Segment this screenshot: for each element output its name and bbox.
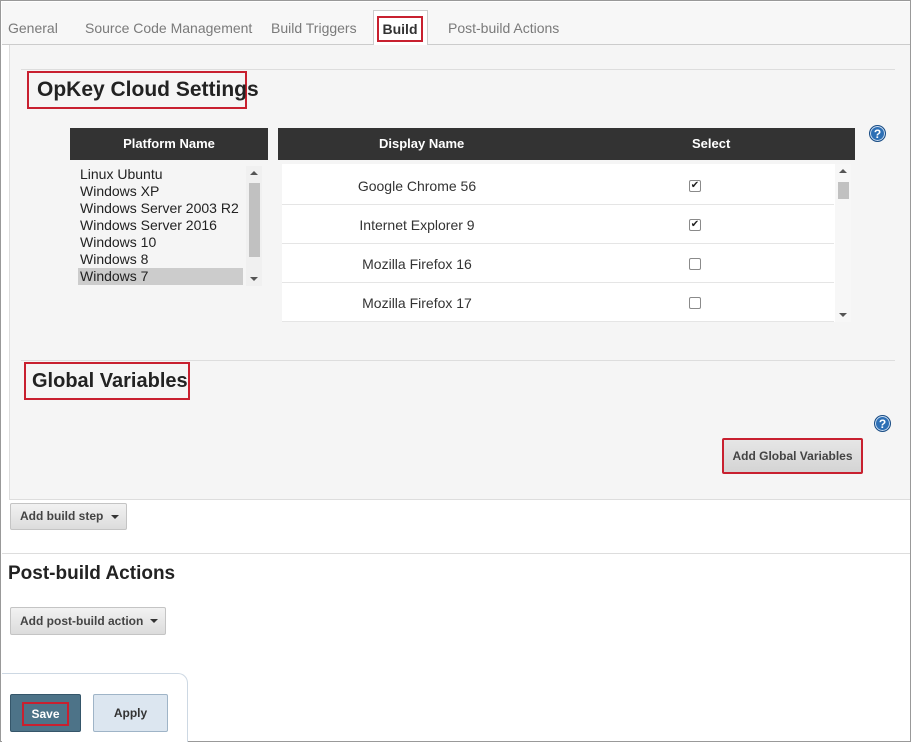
select-checkbox[interactable]: [689, 297, 701, 309]
add-post-build-action-button[interactable]: Add post-build action: [10, 607, 166, 635]
platform-option[interactable]: Windows Server 2003 R2: [78, 200, 243, 217]
chevron-down-icon: [111, 515, 119, 519]
browser-table: Google Chrome 56 ✔ Internet Explorer 9 ✔…: [282, 164, 851, 322]
scrollbar-thumb[interactable]: [249, 183, 260, 257]
platform-option[interactable]: Windows 8: [78, 251, 243, 268]
platform-option-selected[interactable]: Windows 7: [78, 268, 243, 285]
browser-name: Internet Explorer 9: [359, 217, 475, 233]
add-global-variables-button[interactable]: Add Global Variables: [722, 438, 863, 474]
jenkins-config-window: General Source Code Management Build Tri…: [0, 0, 911, 742]
platform-option[interactable]: Linux Ubuntu: [78, 166, 243, 183]
select-header: Select: [692, 136, 731, 151]
config-tabs: General Source Code Management Build Tri…: [2, 2, 910, 47]
scrollbar-thumb[interactable]: [838, 182, 849, 199]
save-button-label: Save: [22, 702, 69, 726]
platform-listbox[interactable]: Linux Ubuntu Windows XP Windows Server 2…: [78, 166, 262, 286]
tab-source-code-management[interactable]: Source Code Management: [85, 20, 252, 36]
scroll-down-arrow-icon[interactable]: [250, 277, 258, 281]
browser-name: Google Chrome 56: [357, 178, 477, 194]
platform-option[interactable]: Windows Server 2016: [78, 217, 243, 234]
scroll-down-arrow-icon[interactable]: [839, 313, 847, 317]
add-post-build-action-label: Add post-build action: [20, 614, 144, 628]
scroll-up-arrow-icon[interactable]: [250, 171, 258, 175]
platform-name-header: Platform Name: [70, 128, 268, 160]
tab-general[interactable]: General: [8, 20, 58, 36]
platform-option[interactable]: Windows XP: [78, 183, 243, 200]
global-variables-heading: Global Variables: [24, 362, 190, 400]
opkey-help-icon[interactable]: ?: [869, 125, 886, 142]
global-help-icon[interactable]: ?: [874, 415, 891, 432]
display-name-header: Display Name: [379, 136, 465, 151]
select-checkbox[interactable]: [689, 258, 701, 270]
chevron-down-icon: [150, 619, 158, 623]
tab-post-build-actions[interactable]: Post-build Actions: [448, 20, 559, 36]
section-divider: [21, 360, 895, 361]
add-build-step-button[interactable]: Add build step: [10, 503, 127, 530]
tab-build[interactable]: Build: [373, 10, 428, 47]
browser-name: Mozilla Firefox 16: [362, 256, 472, 272]
browser-table-scrollbar[interactable]: [835, 164, 851, 322]
section-divider: [21, 69, 895, 70]
scroll-up-arrow-icon[interactable]: [839, 169, 847, 173]
tab-build-triggers[interactable]: Build Triggers: [271, 20, 357, 36]
add-build-step-label: Add build step: [20, 509, 104, 523]
save-button[interactable]: Save: [10, 694, 81, 732]
table-row: Internet Explorer 9 ✔: [282, 205, 834, 244]
section-divider: [2, 553, 910, 554]
opkey-cloud-settings-heading: OpKey Cloud Settings: [27, 71, 259, 109]
table-row: Mozilla Firefox 16: [282, 244, 834, 283]
browser-name: Mozilla Firefox 17: [362, 295, 472, 311]
select-checkbox[interactable]: ✔: [689, 219, 701, 231]
select-checkbox[interactable]: ✔: [689, 180, 701, 192]
table-row: Mozilla Firefox 17: [282, 283, 834, 322]
post-build-actions-heading: Post-build Actions: [8, 563, 176, 584]
platform-option[interactable]: Windows 10: [78, 234, 243, 251]
apply-button[interactable]: Apply: [93, 694, 168, 732]
platform-list-scrollbar[interactable]: [246, 166, 262, 286]
tab-build-label: Build: [377, 16, 423, 42]
table-row: Google Chrome 56 ✔: [282, 166, 834, 205]
display-name-header-bar: Display Name Select: [278, 128, 855, 160]
